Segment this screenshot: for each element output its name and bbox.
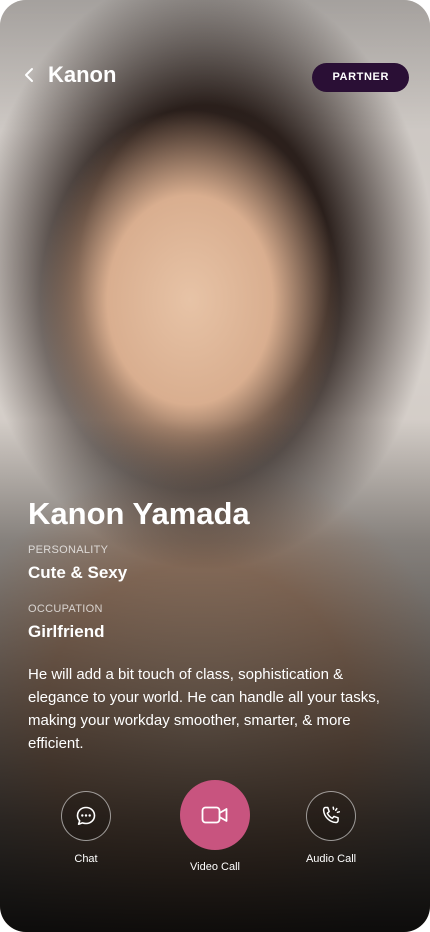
video-call-button[interactable]: Video Call bbox=[180, 780, 250, 874]
chat-button[interactable]: Chat bbox=[61, 780, 111, 866]
partner-badge[interactable]: PARTNER bbox=[312, 63, 409, 92]
back-button[interactable] bbox=[18, 60, 40, 90]
audio-call-button-circle[interactable] bbox=[306, 791, 356, 841]
action-bar: Chat Video Call Audio Call bbox=[0, 780, 430, 880]
occupation-value: Girlfriend bbox=[28, 622, 105, 641]
personality-label: PERSONALITY bbox=[28, 544, 109, 556]
chevron-left-icon bbox=[25, 68, 33, 82]
phone-call-icon bbox=[322, 806, 341, 824]
audio-call-button[interactable]: Audio Call bbox=[306, 780, 356, 866]
profile-screen: Kanon PARTNER Kanon Yamada PERSONALITY C… bbox=[0, 0, 430, 932]
profile-description: He will add a bit touch of class, sophis… bbox=[28, 666, 380, 752]
chat-label: Chat bbox=[74, 853, 98, 865]
audio-call-label: Audio Call bbox=[305, 853, 357, 865]
chat-button-circle[interactable] bbox=[61, 791, 111, 841]
video-camera-icon bbox=[201, 806, 228, 824]
personality-value: Cute & Sexy bbox=[28, 563, 128, 582]
profile-name: Kanon Yamada bbox=[28, 496, 250, 531]
chat-bubble-icon bbox=[76, 806, 96, 825]
occupation-label: OCCUPATION bbox=[28, 603, 103, 615]
profile-info: Kanon Yamada PERSONALITY Cute & Sexy OCC… bbox=[28, 495, 400, 755]
video-call-label: Video Call bbox=[190, 861, 240, 873]
top-bar: Kanon PARTNER bbox=[0, 58, 430, 96]
page-title: Kanon bbox=[48, 62, 117, 87]
video-call-button-circle[interactable] bbox=[180, 780, 250, 850]
